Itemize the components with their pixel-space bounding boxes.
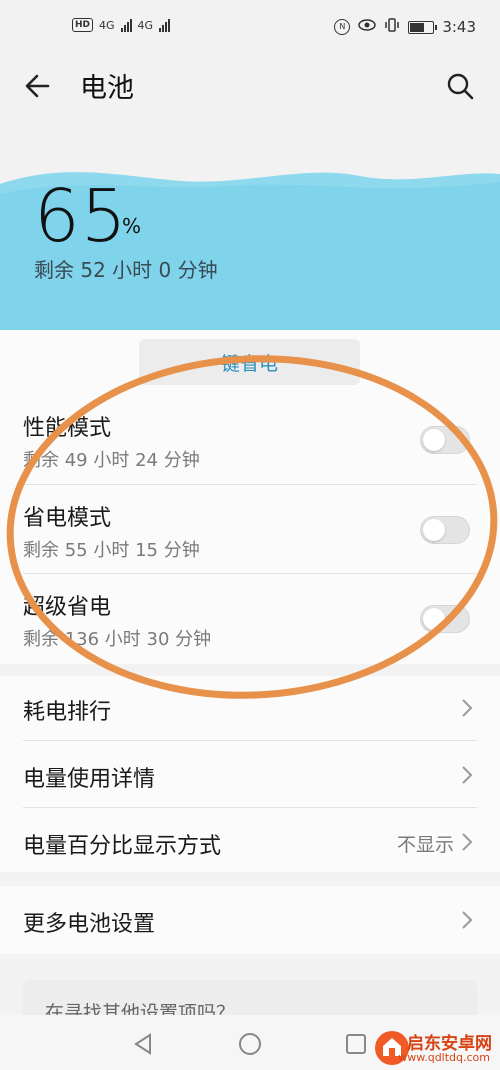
eye-comfort-icon (358, 18, 377, 36)
signal-label-2: 4G (137, 18, 154, 32)
menu-item-percentage-display[interactable]: 电量百分比显示方式 不显示 (0, 808, 500, 872)
hd-icon: HD (72, 18, 94, 32)
percentage-display-value: 不显示 (396, 834, 454, 856)
divider (23, 484, 477, 485)
vibrate-icon (384, 17, 400, 37)
title-bar: 电池 (0, 58, 500, 114)
battery-percent: 65 (34, 174, 128, 258)
status-bar: HD 4G 4G N 3:43 (0, 0, 500, 58)
menu-label: 电量使用详情 (23, 767, 156, 792)
home-nav-icon[interactable] (237, 1031, 263, 1057)
recents-nav-icon[interactable] (344, 1032, 368, 1056)
signal-group: HD 4G 4G (72, 18, 171, 32)
battery-hero: 65 % 剩余 52 小时 0 分钟 (0, 114, 500, 330)
back-arrow-icon (25, 74, 50, 98)
menu-item-more-battery-settings[interactable]: 更多电池设置 (0, 886, 500, 954)
page-title: 电池 (80, 73, 134, 104)
percent-sign: % (122, 214, 142, 238)
mode-title: 超级省电 (23, 595, 112, 620)
divider (23, 573, 477, 574)
chevron-right-icon (462, 833, 473, 851)
battery-remaining: 剩余 52 小时 0 分钟 (34, 258, 218, 282)
menu-label: 电量百分比显示方式 (23, 834, 222, 859)
search-icon (447, 73, 474, 100)
mode-power-saving[interactable]: 省电模式 剩余 55 小时 15 分钟 (0, 488, 500, 574)
menu-item-power-ranking[interactable]: 耗电排行 (0, 676, 500, 740)
mode-subtitle: 剩余 55 小时 15 分钟 (23, 540, 200, 561)
mode-subtitle: 剩余 136 小时 30 分钟 (23, 629, 212, 650)
mode-title: 性能模式 (23, 416, 112, 441)
nfc-icon: N (334, 19, 351, 35)
mode-ultra-saving[interactable]: 超级省电 剩余 136 小时 30 分钟 (0, 577, 500, 661)
watermark-url: www.qdltdq.com (398, 1051, 490, 1064)
mode-subtitle: 剩余 49 小时 24 分钟 (23, 450, 200, 471)
mode-performance[interactable]: 性能模式 剩余 49 小时 24 分钟 (0, 400, 500, 484)
chevron-right-icon (462, 766, 473, 784)
mode-title: 省电模式 (23, 506, 112, 531)
status-icons: N 3:43 (334, 17, 476, 37)
clock: 3:43 (442, 18, 476, 36)
signal-bars-icon-2 (159, 18, 171, 32)
performance-toggle[interactable] (420, 426, 470, 454)
back-nav-icon[interactable] (130, 1031, 156, 1057)
chevron-right-icon (462, 699, 473, 717)
chevron-right-icon (462, 911, 473, 929)
back-button[interactable] (20, 68, 56, 104)
power-saving-toggle[interactable] (420, 516, 470, 544)
signal-label: 4G (99, 18, 115, 32)
menu-label: 耗电排行 (23, 700, 112, 725)
more-label: 更多电池设置 (23, 912, 156, 937)
menu-item-usage-details[interactable]: 电量使用详情 (0, 741, 500, 807)
ultra-saving-toggle[interactable] (420, 605, 470, 633)
signal-bars-icon (120, 18, 132, 32)
search-button[interactable] (442, 68, 478, 104)
one-key-save-button[interactable]: 键省电 (139, 339, 360, 385)
battery-status-icon (408, 20, 438, 34)
